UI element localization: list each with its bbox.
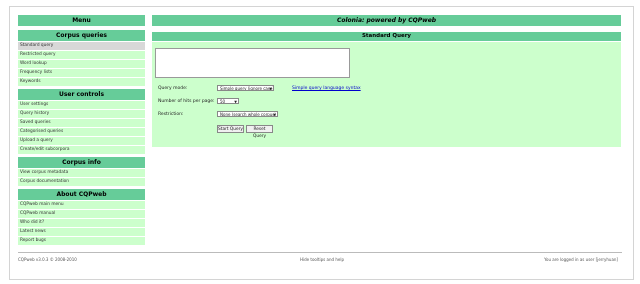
chevron-down-icon: ▼ [269, 87, 272, 91]
hits-per-page-select[interactable]: 50 ▼ [217, 98, 239, 104]
hits-per-page-label: Number of hits per page: [158, 99, 215, 104]
main-content: Colonia: powered by CQPweb Standard Quer… [152, 15, 621, 147]
chevron-down-icon: ▼ [273, 113, 276, 117]
footer-help-toggle[interactable]: Hide tooltips and help [300, 257, 344, 262]
menu-item-frequency-lists[interactable]: Frequency lists [18, 69, 145, 77]
query-textarea[interactable] [155, 48, 350, 78]
menu-title: Menu [18, 15, 145, 26]
menu-item-report-bugs[interactable]: Report bugs [18, 237, 145, 245]
section-header-about: About CQPweb [18, 189, 145, 200]
start-query-button[interactable]: Start Query [217, 125, 244, 133]
menu-item-standard-query[interactable]: Standard query [18, 42, 145, 50]
query-mode-label: Query mode: [158, 86, 188, 91]
menu-item-categorised-queries[interactable]: Categorised queries [18, 128, 145, 136]
footer-divider [18, 252, 622, 253]
query-mode-select[interactable]: Simple query (ignore case) ▼ [217, 85, 274, 91]
menu-item-keywords[interactable]: Keywords [18, 78, 145, 86]
menu-item-manual[interactable]: CQPweb manual [18, 210, 145, 218]
footer-version: CQPweb v3.0.3 © 2008-2010 [18, 257, 77, 262]
menu-item-who-did-it[interactable]: Who did it? [18, 219, 145, 227]
chevron-down-icon: ▼ [234, 100, 237, 104]
menu-item-user-settings[interactable]: User settings [18, 101, 145, 109]
footer-user-status: You are logged in as user [jerryhuan] [544, 257, 618, 262]
menu-item-restricted-query[interactable]: Restricted query [18, 51, 145, 59]
menu-item-corpus-metadata[interactable]: View corpus metadata [18, 169, 145, 177]
restriction-label: Restriction: [158, 112, 184, 117]
menu-item-main-menu[interactable]: CQPweb main menu [18, 201, 145, 209]
restriction-select[interactable]: None (search whole corpus) ▼ [217, 111, 278, 117]
menu-item-saved-queries[interactable]: Saved queries [18, 119, 145, 127]
menu-item-upload-query[interactable]: Upload a query [18, 137, 145, 145]
menu-item-subcorpora[interactable]: Create/edit subcorpora [18, 146, 145, 154]
query-panel: Query mode: Simple query (ignore case) ▼ … [152, 41, 621, 147]
section-header-corpus-info: Corpus info [18, 157, 145, 168]
menu-item-query-history[interactable]: Query history [18, 110, 145, 118]
section-header-user-controls: User controls [18, 89, 145, 100]
menu-item-corpus-documentation[interactable]: Corpus documentation [18, 178, 145, 186]
menu-item-latest-news[interactable]: Latest news [18, 228, 145, 236]
reset-query-button[interactable]: Reset Query [246, 125, 273, 139]
page-title: Colonia: powered by CQPweb [152, 15, 621, 26]
sidebar-menu: Menu Corpus queries Standard query Restr… [18, 15, 145, 246]
menu-item-word-lookup[interactable]: Word lookup [18, 60, 145, 68]
syntax-help-link[interactable]: Simple query language syntax [292, 86, 361, 91]
panel-title: Standard Query [152, 32, 621, 41]
section-header-corpus-queries: Corpus queries [18, 30, 145, 41]
